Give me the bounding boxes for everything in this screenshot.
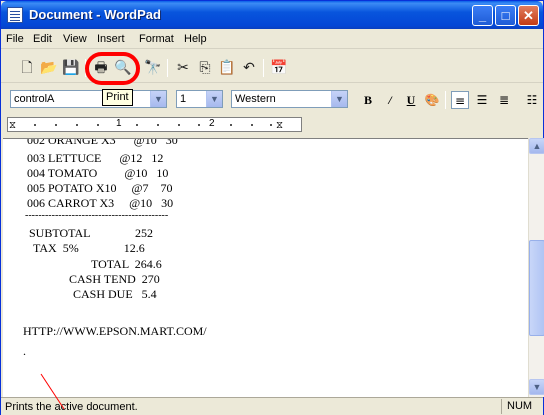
open-icon[interactable]: 📂 [39, 57, 59, 77]
print-highlight-circle [85, 52, 140, 85]
maximize-button[interactable]: □ [495, 5, 516, 26]
document-line: 004 TOMATO @10 10 [27, 166, 169, 180]
document-line: 002 ORANGE X3 @10 30 [27, 138, 178, 147]
bold-button[interactable]: B [359, 91, 377, 109]
wordpad-app-icon[interactable] [7, 7, 23, 23]
new-icon[interactable]: 🗋 [17, 57, 37, 77]
ruler-tick [55, 124, 57, 126]
ruler[interactable]: ⧖ 1 2 ⧖ [1, 113, 543, 137]
menu-format[interactable]: Format [139, 33, 174, 45]
align-left-icon[interactable]: ≡ [451, 91, 469, 109]
menu-insert[interactable]: Insert [97, 33, 125, 45]
title-bar[interactable]: Document - WordPad _ □ ✕ [1, 1, 543, 29]
status-bar: Prints the active document. NUM [1, 397, 543, 415]
font-size-value: 1 [180, 93, 187, 105]
ruler-tick [34, 124, 36, 126]
align-center-icon[interactable]: ☰ [473, 91, 491, 109]
document-line: . [23, 344, 26, 358]
cut-icon[interactable]: ✂ [173, 57, 193, 77]
menu-bar: File Edit View Insert Format Help [1, 30, 543, 49]
scroll-thumb[interactable] [529, 240, 544, 336]
document-line: ----------------------------------------… [25, 210, 169, 221]
format-bar: controlA ▼ 1 ▼ Western ▼ B / U 🎨 ≡ ☰ ≣ ☷ [1, 87, 543, 111]
ruler-tick [230, 124, 232, 126]
ruler-tick [157, 124, 159, 126]
document-area[interactable]: 002 ORANGE X3 @10 30 003 LETTUCE @12 12 … [3, 138, 528, 397]
standard-toolbar: 🗋 📂 💾 🖶 🔍 🔭 ✂ ⎘ 📋 ↶ 📅 [1, 53, 543, 83]
insert-datetime-icon[interactable]: 📅 [269, 57, 289, 77]
window-title: Document - WordPad [29, 7, 161, 22]
font-size-select[interactable]: 1 ▼ [176, 90, 223, 108]
script-select[interactable]: Western ▼ [231, 90, 348, 108]
left-indent-marker-icon[interactable]: ⧖ [9, 120, 16, 131]
document-line: 005 POTATO X10 @7 70 [27, 181, 173, 195]
document-line: TAX 5% 12.6 [33, 241, 145, 255]
toolbar-separator [263, 59, 264, 77]
wordpad-window: Document - WordPad _ □ ✕ File Edit View … [0, 0, 544, 415]
ruler-tick [136, 124, 138, 126]
menu-file[interactable]: File [6, 33, 24, 45]
ruler-tick [76, 124, 78, 126]
ruler-mark-1: 1 [116, 118, 122, 129]
chevron-down-icon[interactable]: ▼ [150, 91, 166, 107]
toolbar-separator [167, 59, 168, 77]
ruler-tick [270, 124, 272, 126]
document-line: CASH TEND 270 [69, 272, 160, 286]
underline-button[interactable]: U [402, 91, 420, 109]
save-icon[interactable]: 💾 [61, 57, 81, 77]
menu-view[interactable]: View [63, 33, 87, 45]
scroll-down-icon[interactable]: ▼ [529, 379, 544, 395]
document-line: SUBTOTAL 252 [29, 226, 154, 240]
menu-edit[interactable]: Edit [33, 33, 52, 45]
chevron-down-icon[interactable]: ▼ [331, 91, 347, 107]
paste-icon[interactable]: 📋 [217, 57, 237, 77]
ruler-tick [198, 124, 200, 126]
ruler-strip[interactable]: ⧖ 1 2 ⧖ [7, 117, 302, 132]
ruler-tick [251, 124, 253, 126]
status-text: Prints the active document. [5, 401, 138, 413]
toolbar-separator [445, 91, 446, 109]
ruler-mark-2: 2 [209, 118, 215, 129]
document-line: 003 LETTUCE @12 12 [27, 151, 164, 165]
right-indent-marker-icon[interactable]: ⧖ [276, 120, 283, 131]
undo-icon[interactable]: ↶ [239, 57, 259, 77]
document-line: 006 CARROT X3 @10 30 [27, 196, 174, 210]
close-button[interactable]: ✕ [518, 5, 539, 26]
copy-icon[interactable]: ⎘ [195, 57, 215, 77]
align-right-icon[interactable]: ≣ [495, 91, 513, 109]
font-name-value: controlA [14, 93, 55, 105]
ruler-tick [178, 124, 180, 126]
document-line: CASH DUE 5.4 [73, 287, 157, 301]
document-line: TOTAL 264.6 [91, 257, 162, 271]
chevron-down-icon[interactable]: ▼ [206, 91, 222, 107]
bullets-icon[interactable]: ☷ [523, 91, 541, 109]
num-lock-indicator: NUM [501, 399, 532, 414]
italic-button[interactable]: / [381, 91, 399, 109]
document-line: HTTP://WWW.EPSON.MART.COM/ [23, 324, 207, 338]
minimize-button[interactable]: _ [472, 5, 493, 26]
font-name-select[interactable]: controlA ▼ [10, 90, 167, 108]
ruler-tick [97, 124, 99, 126]
find-icon[interactable]: 🔭 [143, 57, 163, 77]
menu-help[interactable]: Help [184, 33, 207, 45]
print-tooltip: Print [102, 89, 133, 106]
scroll-up-icon[interactable]: ▲ [529, 138, 544, 154]
color-icon[interactable]: 🎨 [423, 91, 441, 109]
vertical-scrollbar[interactable]: ▲ ▼ [528, 138, 544, 397]
script-value: Western [235, 93, 276, 105]
